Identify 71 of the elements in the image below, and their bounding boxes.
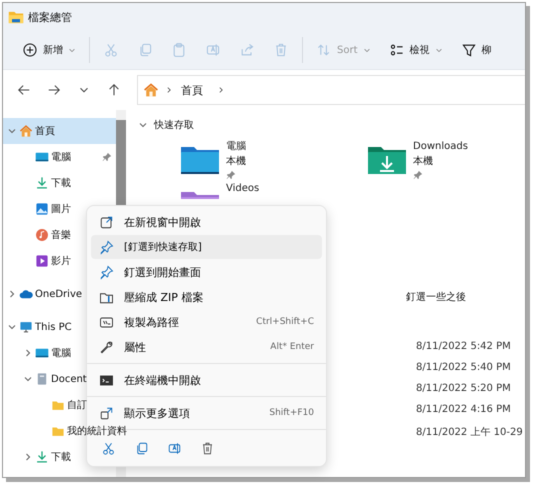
- chevron-down-icon[interactable]: [138, 120, 148, 130]
- date-cell-text: 8/11/2022 5:40 PM: [416, 362, 512, 373]
- date-cell-text: 8/11/2022 5:20 PM: [416, 383, 512, 394]
- view-button[interactable]: 檢視: [382, 38, 450, 62]
- download-icon: [35, 450, 49, 464]
- breadcrumb[interactable]: 首頁: [179, 82, 211, 98]
- filter-button[interactable]: 柳: [454, 38, 498, 62]
- date-cell-text: 8/11/2022 上午 10-29: [416, 426, 523, 439]
- drive-icon: [35, 372, 49, 386]
- terminal-icon: [99, 372, 114, 388]
- folder-name[interactable]: Downloads: [413, 140, 468, 153]
- list-icon: [388, 42, 404, 58]
- pin-icon: [99, 240, 114, 254]
- trash-icon: [273, 42, 289, 58]
- pin-icon: [99, 264, 114, 280]
- folder-name[interactable]: Videos: [226, 182, 260, 195]
- download-folder-icon: [367, 144, 407, 176]
- monitor-icon: [19, 320, 33, 334]
- desktop-folder-icon: [180, 144, 220, 176]
- desktop-icon: [35, 346, 49, 360]
- up-arrow-icon: [107, 83, 121, 97]
- scissors-icon: [101, 441, 116, 456]
- music-icon: [35, 228, 49, 242]
- address-bar[interactable]: 首頁: [137, 75, 525, 105]
- sort-icon: [316, 42, 332, 58]
- share-icon: [239, 42, 255, 58]
- folder-name[interactable]: 電腦: [226, 140, 246, 153]
- desktop-icon: [35, 150, 49, 164]
- new-button[interactable]: 新增: [15, 38, 83, 62]
- rename-icon: [205, 42, 221, 58]
- home-icon: [19, 124, 33, 138]
- video-folder-icon: [180, 191, 220, 199]
- cloud-icon: [19, 287, 33, 301]
- scissors-icon: [103, 42, 119, 58]
- more-options-icon: [99, 406, 114, 420]
- sidebar-item[interactable]: 下載: [3, 170, 116, 196]
- chevron-down-icon[interactable]: [7, 322, 17, 332]
- chevron-down-icon[interactable]: [23, 374, 33, 384]
- window-title: 檔案總管: [28, 10, 72, 24]
- date-cell-text: 8/11/2022 4:16 PM: [416, 404, 512, 415]
- sidebar-item[interactable]: 電腦: [3, 144, 116, 170]
- chevron-right-icon[interactable]: [23, 452, 33, 462]
- trash-icon: [200, 441, 215, 456]
- open-window-icon: [99, 214, 114, 230]
- home-icon: [143, 82, 159, 98]
- section-header: 快速存取: [154, 118, 194, 132]
- scrollbar-thumb[interactable]: [116, 120, 126, 205]
- path-icon: [99, 314, 114, 330]
- chevron-down-icon[interactable]: [7, 126, 17, 136]
- plus-icon: [22, 42, 38, 58]
- video-icon: [35, 254, 49, 268]
- chevron-right-icon[interactable]: [7, 289, 17, 299]
- column-header[interactable]: 釘選一些之後: [406, 290, 523, 304]
- folder-location: 本機: [413, 155, 434, 168]
- date-cell-text: 8/11/2022 5:42 PM: [416, 341, 512, 352]
- picture-icon: [35, 202, 49, 216]
- folder-location: 本機: [226, 155, 246, 168]
- folder-icon: [8, 10, 24, 24]
- chevron-right-icon[interactable]: [23, 348, 33, 358]
- sidebar-item[interactable]: 首頁: [3, 118, 116, 144]
- wrench-icon: [99, 340, 114, 354]
- sidebar-item[interactable]: 下載: [3, 444, 116, 470]
- clipboard-icon: [171, 42, 187, 58]
- back-arrow-icon: [17, 83, 31, 97]
- menu-item[interactable]: [釘選到快速存取]: [91, 235, 322, 259]
- breadcrumb-chevron-icon[interactable]: [217, 86, 225, 94]
- download-icon: [35, 176, 49, 190]
- rename-icon: [167, 441, 182, 456]
- filter-icon: [460, 42, 476, 58]
- forward-arrow-icon: [47, 83, 61, 97]
- breadcrumb-chevron-icon[interactable]: [165, 86, 173, 94]
